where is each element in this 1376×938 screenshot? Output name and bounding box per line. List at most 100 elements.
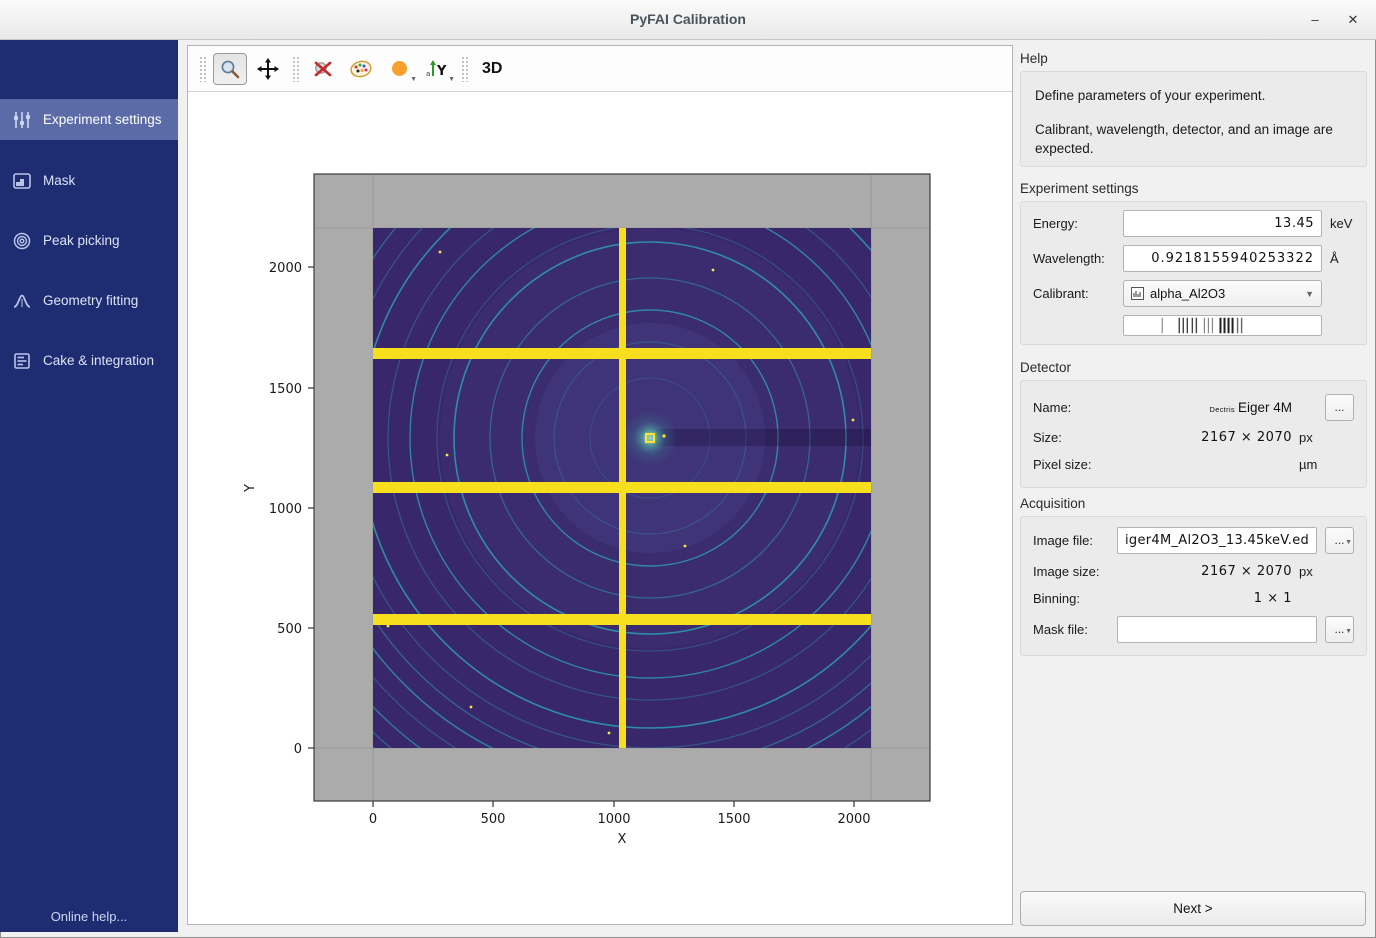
x-tick-label: 500 (481, 812, 506, 827)
y-tick-label: 500 (277, 622, 302, 637)
clear-zoom-button[interactable] (306, 53, 340, 85)
wavelength-label: Wavelength: (1033, 251, 1123, 266)
image-size-unit: px (1292, 564, 1318, 579)
image-size-label: Image size: (1033, 564, 1113, 579)
online-help-link[interactable]: Online help... (0, 909, 178, 924)
energy-label: Energy: (1033, 216, 1123, 231)
svg-text:a: a (426, 70, 430, 78)
close-button[interactable]: ✕ (1340, 8, 1366, 32)
pixel-size-label: Pixel size: (1033, 457, 1123, 472)
help-paragraph: Define parameters of your experiment. (1035, 86, 1354, 106)
experiment-settings-title: Experiment settings (1020, 181, 1367, 201)
plot-panel: ▼ a Y ▼ 3D (187, 45, 1013, 925)
sidebar-item-label: Cake & integration (43, 353, 154, 368)
browse-dots: ... (1334, 533, 1344, 547)
mask-file-browse-button[interactable]: ...▼ (1325, 616, 1354, 643)
toolbar-drag-handle[interactable] (461, 56, 468, 82)
dropdown-arrow-icon: ▼ (1345, 531, 1352, 554)
wavelength-field[interactable] (1123, 245, 1322, 272)
binning-value: 1 × 1 (1113, 591, 1292, 606)
cake-lines-icon (12, 351, 32, 371)
sliders-icon (12, 110, 32, 130)
image-file-browse-button[interactable]: ...▼ (1325, 527, 1354, 554)
x-tick-label: 2000 (837, 812, 870, 827)
sidebar-item-experiment-settings[interactable]: Experiment settings (0, 99, 178, 140)
image-file-label: Image file: (1033, 533, 1109, 548)
svg-text:Y: Y (436, 64, 447, 79)
y-tick-marks (308, 267, 314, 748)
calibrant-label: Calibrant: (1033, 286, 1123, 301)
pan-arrows-icon (257, 58, 279, 80)
y-axis-orientation-button[interactable]: a Y ▼ (420, 53, 454, 85)
toolbar-drag-handle[interactable] (292, 56, 299, 82)
detector-more-button[interactable]: ... (1325, 394, 1354, 421)
marker-color-button[interactable]: ▼ (382, 53, 416, 85)
detector-image-plot[interactable]: 0 500 1000 1500 2000 X 2000 1500 1000 50… (188, 92, 1012, 924)
zoom-tool-button[interactable] (213, 53, 247, 85)
help-section: Help Define parameters of your experimen… (1020, 51, 1367, 167)
mask-file-label: Mask file: (1033, 622, 1109, 637)
image-file-field[interactable] (1117, 527, 1317, 554)
peak-curve-icon (12, 291, 32, 311)
calibrant-rings-preview (1123, 315, 1322, 336)
detector-title: Detector (1020, 360, 1367, 380)
magnifier-icon (219, 58, 241, 80)
wavelength-unit: Å (1322, 251, 1354, 266)
colormap-button[interactable] (344, 53, 378, 85)
mask-file-field[interactable] (1117, 616, 1317, 643)
titlebar: PyFAI Calibration – ✕ (0, 0, 1376, 40)
detector-size-label: Size: (1033, 430, 1123, 445)
y-tick-label: 1000 (269, 502, 302, 517)
sidebar-item-peak-picking[interactable]: Peak picking (0, 220, 178, 261)
sidebar-item-label: Geometry fitting (43, 293, 138, 308)
experiment-settings-section: Experiment settings Energy: keV Waveleng… (1020, 181, 1367, 345)
detector-size-value: 2167 × 2070 (1123, 430, 1292, 445)
binning-label: Binning: (1033, 591, 1113, 606)
detector-brand: Dectris (1210, 405, 1235, 414)
3d-view-button[interactable]: 3D (475, 53, 509, 85)
sidebar-item-label: Peak picking (43, 233, 120, 248)
chevron-down-icon: ▼ (1305, 289, 1314, 299)
sidebar: Experiment settings Mask Peak picking Ge… (0, 40, 178, 932)
detector-size-unit: px (1292, 430, 1318, 445)
minimize-button[interactable]: – (1302, 8, 1328, 32)
y-axis-label: Y (243, 484, 258, 493)
dark-streak (656, 429, 871, 446)
orange-circle-icon (392, 61, 407, 76)
y-axis-up-arrow-icon: a Y (425, 58, 449, 80)
detector-name-label: Name: (1033, 400, 1123, 415)
calibrant-value: alpha_Al2O3 (1150, 286, 1299, 301)
help-title: Help (1020, 51, 1367, 71)
y-tick-label: 0 (294, 742, 302, 757)
acquisition-section: Acquisition Image file: ...▼ Image size:… (1020, 496, 1367, 656)
energy-field[interactable] (1123, 210, 1322, 237)
sidebar-item-mask[interactable]: Mask (0, 160, 178, 201)
dropdown-arrow-icon: ▼ (410, 76, 417, 83)
window-title: PyFAI Calibration (0, 11, 1376, 27)
mask-icon (12, 171, 32, 191)
dropdown-arrow-icon: ▼ (1345, 620, 1352, 643)
image-size-value: 2167 × 2070 (1113, 564, 1292, 579)
red-cross-magnifier-icon (312, 58, 334, 80)
browse-dots: ... (1334, 622, 1344, 636)
sidebar-item-cake-integration[interactable]: Cake & integration (0, 340, 178, 381)
pan-tool-button[interactable] (251, 53, 285, 85)
x-tick-marks (373, 801, 854, 807)
help-paragraph: Calibrant, wavelength, detector, and an … (1035, 120, 1354, 159)
detector-model: Eiger 4M (1238, 400, 1292, 415)
acquisition-title: Acquisition (1020, 496, 1367, 516)
calibrant-select[interactable]: alpha_Al2O3 ▼ (1123, 280, 1322, 307)
beam-center-glow (622, 410, 678, 466)
sidebar-item-label: Mask (43, 173, 75, 188)
plot-toolbar: ▼ a Y ▼ 3D (188, 46, 1012, 92)
settings-panel: Help Define parameters of your experimen… (1020, 45, 1367, 925)
concentric-rings-icon (12, 231, 32, 251)
dropdown-arrow-icon: ▼ (448, 76, 455, 83)
next-button[interactable]: Next > (1020, 891, 1366, 926)
3d-label: 3D (476, 60, 508, 78)
x-tick-label: 0 (369, 812, 377, 827)
sidebar-item-geometry-fitting[interactable]: Geometry fitting (0, 280, 178, 321)
toolbar-drag-handle[interactable] (199, 56, 206, 82)
detector-section: Detector Name: DectrisEiger 4M ... Size:… (1020, 360, 1367, 488)
x-tick-label: 1000 (597, 812, 630, 827)
